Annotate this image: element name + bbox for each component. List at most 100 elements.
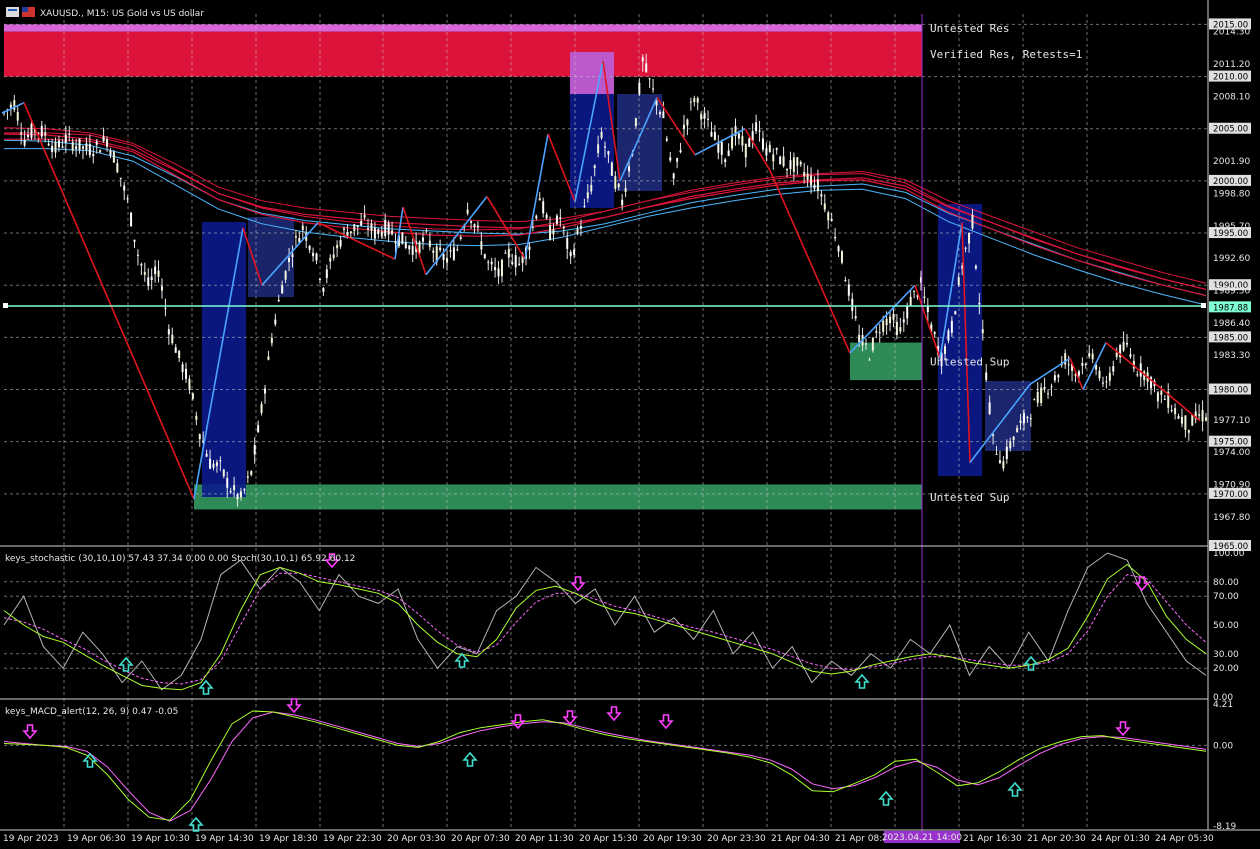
candle-body (913, 290, 916, 292)
stochastic-axis-label: 70.00 (1213, 592, 1239, 602)
time-axis-label: 19 Apr 06:30 (67, 834, 126, 844)
zone-rect (4, 24, 922, 32)
candle-body (356, 225, 359, 228)
candle-body (1040, 387, 1043, 404)
candle-body (604, 146, 606, 148)
price-line-handle-left[interactable] (3, 303, 8, 308)
candle-body (160, 286, 163, 291)
candle-body (1163, 399, 1166, 401)
price-chart[interactable]: 2015.002014.302011.202010.002008.102005.… (0, 0, 1260, 849)
candle-body (789, 160, 792, 170)
candle-body (1002, 461, 1005, 469)
candle-body (281, 285, 284, 294)
candle-body (542, 201, 545, 214)
candle-body (99, 150, 102, 153)
candle-body (703, 112, 706, 119)
price-line-handle-right[interactable] (1201, 303, 1206, 308)
candle-body (95, 141, 98, 145)
candle-body (373, 228, 376, 239)
candle-body (428, 240, 431, 247)
candle-body (360, 221, 363, 226)
candle-body (476, 225, 479, 228)
candle-body (610, 162, 613, 176)
candle-body (889, 316, 892, 324)
candle-body (810, 175, 813, 186)
candle-body (576, 228, 579, 234)
candle-body (140, 263, 143, 266)
candle-body (648, 78, 651, 80)
candle-body (985, 372, 988, 381)
candle-body (799, 161, 802, 165)
candle-body (1201, 410, 1204, 422)
zone-label: Verified Res, Retests=1 (930, 48, 1082, 61)
candle-body (291, 254, 294, 258)
candle-body (432, 250, 435, 253)
candle-body (1005, 446, 1008, 460)
candle-body (1136, 374, 1139, 376)
candle-body (772, 154, 775, 162)
candle-body (689, 101, 692, 103)
candle-body (133, 239, 136, 242)
candle-body (342, 228, 345, 230)
candle-body (579, 226, 582, 229)
candle-body (288, 258, 291, 263)
candle-body (943, 346, 946, 354)
candle-body (136, 254, 139, 256)
candle-body (720, 141, 723, 155)
candle-body (840, 251, 843, 263)
price-axis-label: 2011.20 (1213, 60, 1250, 70)
candle-body (1029, 418, 1032, 420)
candle-body (277, 299, 280, 302)
candle-body (696, 98, 699, 103)
candle-body (473, 224, 476, 228)
candle-body (641, 57, 644, 62)
candle-body (178, 350, 181, 358)
price-axis-label: 1980.00 (1213, 386, 1248, 396)
candle-body (20, 132, 23, 135)
candle-body (222, 469, 225, 477)
candle-body (459, 237, 462, 239)
candle-body (408, 245, 411, 250)
candle-body (968, 232, 971, 244)
candle-body (167, 329, 170, 335)
candle-body (700, 113, 703, 120)
candle-body (442, 253, 445, 260)
candle-body (1067, 364, 1070, 366)
candle-body (761, 138, 764, 150)
candle-body (294, 235, 297, 238)
candle-body (174, 347, 177, 353)
price-axis-label: 1975.00 (1213, 438, 1248, 448)
candle-body (878, 332, 881, 334)
time-axis-label: 20 Apr 07:30 (451, 834, 510, 844)
candle-body (566, 238, 569, 249)
candle-body (909, 296, 912, 307)
candle-body (768, 144, 771, 152)
candle-body (71, 141, 74, 151)
candle-body (85, 143, 88, 151)
candle-body (1088, 353, 1091, 357)
candle-body (212, 463, 215, 468)
candle-body (504, 252, 507, 254)
candle-body (851, 298, 854, 312)
candle-body (456, 249, 459, 251)
candle-body (54, 142, 57, 153)
candle-body (322, 288, 325, 292)
candle-body (892, 313, 895, 320)
price-axis-label: 2010.00 (1213, 73, 1248, 83)
candle-body (106, 139, 109, 147)
candle-body (957, 277, 960, 285)
candle-body (1174, 408, 1177, 415)
candle-body (154, 266, 157, 275)
candle-body (765, 148, 768, 156)
candle-body (1180, 416, 1183, 424)
price-axis-label: 1974.00 (1213, 448, 1250, 458)
candle-body (593, 165, 596, 169)
candle-body (171, 334, 174, 344)
pattern-box (202, 222, 246, 497)
candle-body (260, 403, 263, 413)
candle-body (1198, 414, 1201, 416)
candle-body (607, 151, 610, 155)
candle-body (16, 111, 19, 121)
candle-body (652, 88, 655, 90)
candle-body (844, 279, 847, 282)
